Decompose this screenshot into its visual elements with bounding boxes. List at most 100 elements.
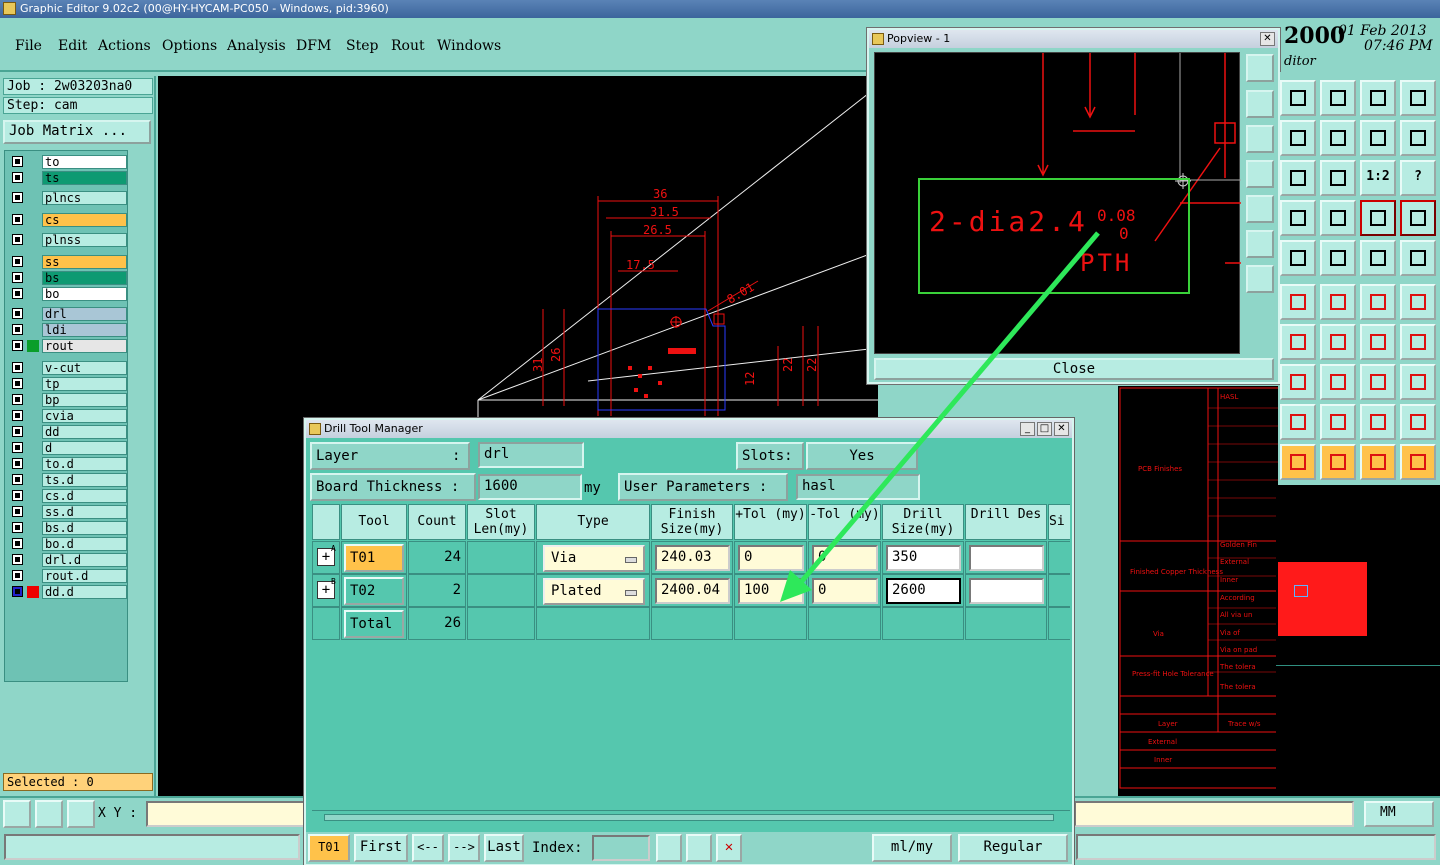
minus-tol-input[interactable]: 0 [812,545,878,571]
layer-name[interactable]: ts [42,171,127,185]
probe-icon[interactable] [1280,200,1316,236]
swap-icon[interactable] [1360,120,1396,156]
layer-name[interactable]: bs.d [42,521,127,535]
zoom-in-icon[interactable] [1246,90,1274,118]
drill-size-input[interactable]: 350 [886,545,961,571]
angle-icon[interactable] [1280,324,1316,360]
layer-checkbox[interactable] [12,570,23,581]
layer-row[interactable]: ldi [7,323,127,337]
arrow-icon[interactable] [1360,284,1396,320]
layer-row[interactable]: cs [7,213,127,227]
layer-name[interactable]: tp [42,377,127,391]
user-params-field[interactable]: hasl [796,474,920,500]
graph-icon[interactable] [1280,284,1316,320]
select-hand-icon[interactable] [1360,444,1396,480]
pan-left-icon[interactable] [1246,160,1274,188]
drill-des-input[interactable] [969,545,1044,571]
layer-checkbox[interactable] [12,458,23,469]
horizontal-scrollbar[interactable] [312,810,1070,824]
layer-checkbox[interactable] [12,378,23,389]
layer-name[interactable]: rout.d [42,569,127,583]
layer-row[interactable]: rout.d [7,569,127,583]
undo-icon[interactable] [1280,120,1316,156]
layer-row[interactable]: drl [7,307,127,321]
layer-name[interactable]: cs [42,213,127,227]
layer-name[interactable]: rout [42,339,127,353]
select-box-icon[interactable] [1320,444,1356,480]
layer-checkbox[interactable] [12,256,23,267]
net-icon[interactable] [1360,200,1396,236]
select-net-icon[interactable] [1400,444,1436,480]
line-draw-icon[interactable] [1320,240,1356,276]
layer-name[interactable]: cs.d [42,489,127,503]
layer-row[interactable]: rout [7,339,127,353]
pad-icon[interactable] [1400,240,1436,276]
measure-icon[interactable] [35,800,63,828]
layer-checkbox[interactable] [12,308,23,319]
plus-tol-input[interactable]: 0 [738,545,804,571]
layer-name[interactable]: cvia [42,409,127,423]
triangle-line-icon[interactable] [1320,404,1356,440]
layer-checkbox[interactable] [12,490,23,501]
slots-select[interactable]: Yes [806,442,918,470]
layer-row[interactable]: ts [7,171,127,185]
finish-size-input[interactable]: 240.03 [655,545,730,571]
layer-checkbox[interactable] [12,288,23,299]
type-select[interactable]: Plated [543,578,645,605]
layer-name[interactable]: plnss [42,233,127,247]
triangle-a-icon[interactable] [1360,404,1396,440]
close-icon[interactable]: ✕ [1054,422,1069,436]
menu-rout[interactable]: Rout [391,38,425,54]
command-input[interactable] [1074,801,1354,827]
scroll-thumb[interactable] [324,814,1054,821]
layer-row[interactable]: cvia [7,409,127,423]
node-icon[interactable] [1280,364,1316,400]
menu-file[interactable]: File [15,38,42,54]
measure-box-icon[interactable] [1360,364,1396,400]
layer-checkbox[interactable] [12,538,23,549]
cross-icon[interactable] [1320,284,1356,320]
home-icon[interactable] [1280,80,1316,116]
xy-input[interactable] [146,801,306,827]
layer-name[interactable]: drl.d [42,553,127,567]
layer-name[interactable]: drl [42,307,127,321]
snap-icon[interactable] [3,800,31,828]
layer-checkbox[interactable] [12,394,23,405]
next-button[interactable]: --> [448,834,480,862]
layer-row[interactable]: v-cut [7,361,127,375]
help-icon[interactable]: ? [1400,160,1436,196]
layer-name[interactable]: ts.d [42,473,127,487]
layer-row[interactable]: drl.d [7,553,127,567]
menu-step[interactable]: Step [346,38,378,54]
layer-name[interactable]: dd [42,425,127,439]
letter-f-icon[interactable] [1400,324,1436,360]
prev-button[interactable]: <-- [412,834,444,862]
slash-icon[interactable] [1320,324,1356,360]
house-icon[interactable] [1360,80,1396,116]
layer-row[interactable]: ss.d [7,505,127,519]
layer-row[interactable]: ss [7,255,127,269]
tool-name-button[interactable]: T02 [344,577,404,605]
layer-checkbox[interactable] [12,340,23,351]
layer-checkbox[interactable] [12,586,23,597]
cluster-icon[interactable] [1400,364,1436,400]
pointer-icon[interactable] [1280,240,1316,276]
layer-checkbox[interactable] [12,474,23,485]
layer-row[interactable]: cs.d [7,489,127,503]
layer-name[interactable]: v-cut [42,361,127,375]
net-red-icon[interactable] [1400,200,1436,236]
bulb-icon[interactable] [656,834,682,862]
layer-name[interactable]: d [42,441,127,455]
center-icon[interactable] [1320,160,1356,196]
layer-row[interactable]: d [7,441,127,455]
layer-checkbox[interactable] [12,554,23,565]
thickness-input[interactable]: 1600 [478,474,582,500]
ratio-icon[interactable]: 1:2 [1360,160,1396,196]
tool-name-button[interactable]: T01 [344,544,404,572]
layer-checkbox[interactable] [12,324,23,335]
ruler-icon[interactable] [1360,240,1396,276]
menu-options[interactable]: Options [162,38,217,54]
popview-canvas[interactable]: 2-dia2.4 0.08 0 PTH [874,52,1241,354]
units-select[interactable]: ml/my [872,834,952,862]
first-button[interactable]: First [354,834,408,862]
